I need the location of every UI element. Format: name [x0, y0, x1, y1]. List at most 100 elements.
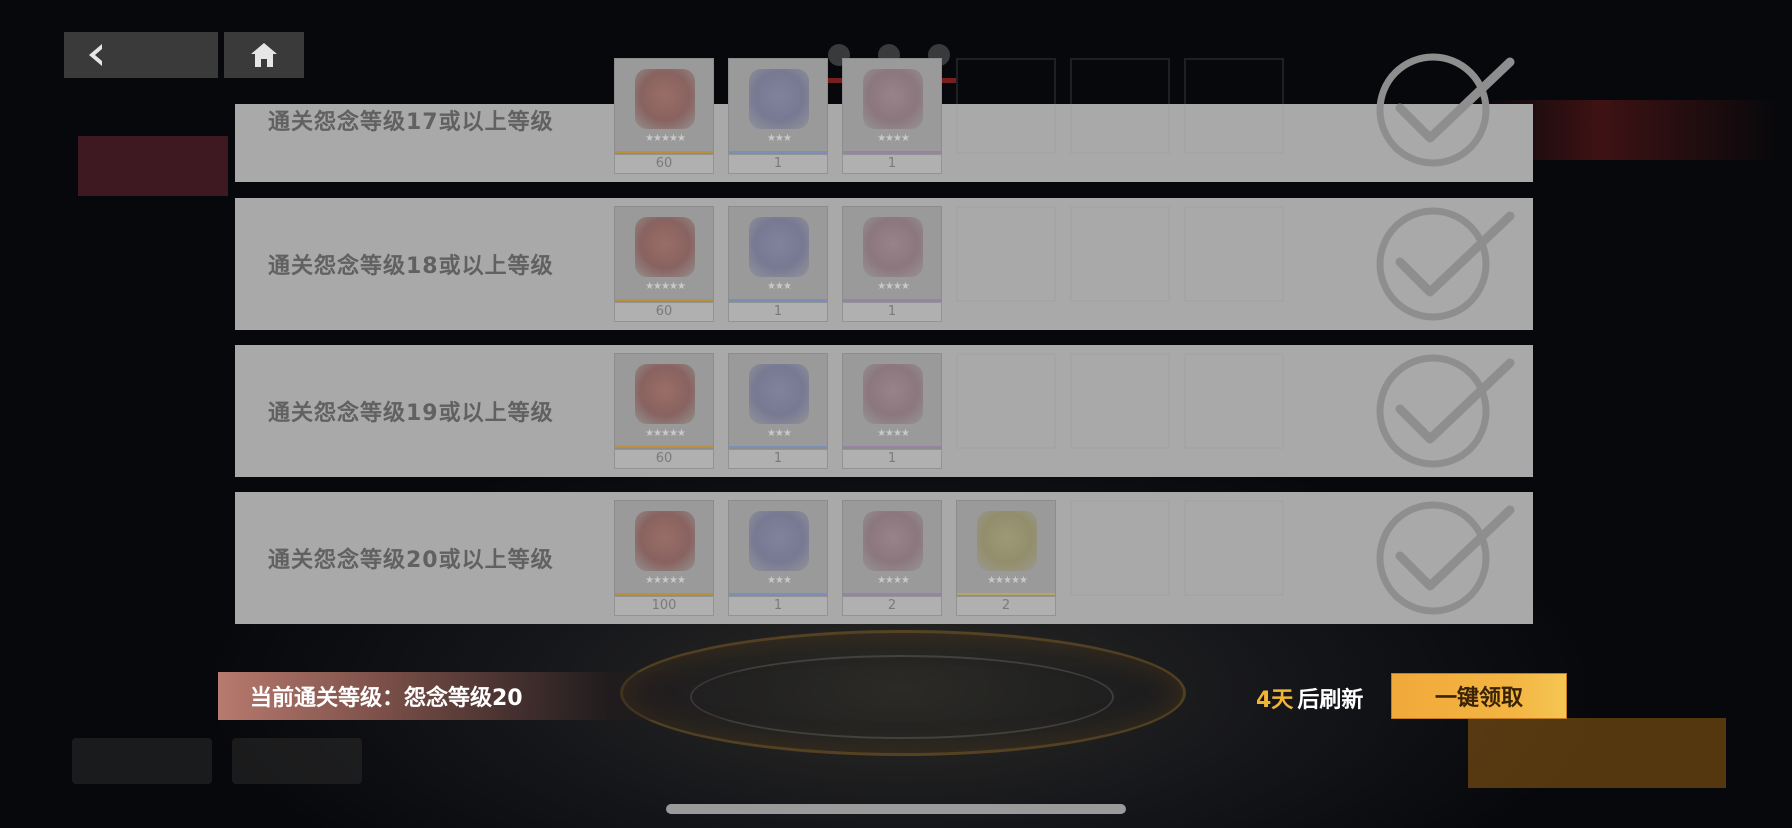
home-indicator-bar[interactable] [666, 804, 1126, 814]
reward-item-tile: ★★★★ [842, 500, 942, 596]
empty-reward-slot [956, 206, 1056, 322]
reward-item-tile: ★★★ [728, 500, 828, 596]
reward-items: ★★★★★ 60 ★★★ 1 ★★★★ 1 [614, 206, 1284, 322]
empty-reward-slot [1184, 206, 1284, 322]
back-button[interactable] [64, 32, 218, 78]
reward-item-tile: ★★★ [728, 353, 828, 449]
reward-item[interactable]: ★★★ 1 [728, 500, 828, 616]
reward-item-icon [635, 69, 695, 129]
claim-all-button[interactable]: 一键领取 [1391, 673, 1567, 719]
reward-item[interactable]: ★★★★★ 2 [956, 500, 1056, 616]
claimed-check-icon [1376, 53, 1515, 167]
empty-slot-frame [1184, 353, 1284, 449]
reward-item[interactable]: ★★★★★ 60 [614, 58, 714, 174]
empty-reward-slot [1184, 58, 1284, 174]
empty-slot-frame [1070, 58, 1170, 154]
reward-item-stars: ★★★★★ [645, 575, 686, 586]
reward-item[interactable]: ★★★★★ 60 [614, 353, 714, 469]
reward-row: 通关怨念等级17或以上等级 ★★★★★ 60 ★★★ 1 ★★★★ 1 [235, 53, 1533, 182]
empty-slot-frame [956, 353, 1056, 449]
reward-items: ★★★★★ 60 ★★★ 1 ★★★★ 1 [614, 58, 1284, 174]
home-icon [251, 43, 277, 67]
reward-item[interactable]: ★★★ 1 [728, 58, 828, 174]
empty-reward-slot [1070, 206, 1170, 322]
reward-item-quantity: 1 [842, 449, 942, 469]
reward-item-icon [635, 511, 695, 571]
reward-item-tile: ★★★★ [842, 58, 942, 154]
reward-item-stars: ★★★★ [877, 281, 910, 292]
reward-item-quantity: 1 [728, 154, 828, 174]
empty-slot-frame [1070, 206, 1170, 302]
reward-item-tile: ★★★★★ [614, 500, 714, 596]
reward-item[interactable]: ★★★★ 1 [842, 58, 942, 174]
refresh-days: 4天 [1256, 688, 1294, 713]
reward-item-icon [749, 364, 809, 424]
reward-item-quantity: 60 [614, 154, 714, 174]
empty-reward-slot [1070, 353, 1170, 469]
claimed-check-icon [1376, 207, 1515, 321]
reward-item-quantity: 1 [842, 302, 942, 322]
reward-item[interactable]: ★★★ 1 [728, 353, 828, 469]
reward-item-quantity: 1 [728, 302, 828, 322]
background-start-button [1468, 718, 1726, 788]
empty-reward-slot [956, 58, 1056, 174]
reward-item-quantity: 100 [614, 596, 714, 616]
reward-item-quantity: 60 [614, 449, 714, 469]
reward-item-stars: ★★★ [767, 281, 792, 292]
background-button-2 [232, 738, 362, 784]
claimed-check-icon [1376, 501, 1515, 615]
reward-row: 通关怨念等级18或以上等级 ★★★★★ 60 ★★★ 1 ★★★★ 1 [235, 198, 1533, 330]
reward-item-quantity: 2 [956, 596, 1056, 616]
reward-items: ★★★★★ 60 ★★★ 1 ★★★★ 1 [614, 353, 1284, 469]
reward-item[interactable]: ★★★★★ 100 [614, 500, 714, 616]
refresh-suffix: 后刷新 [1297, 688, 1364, 713]
reward-row-label: 通关怨念等级17或以上等级 [268, 110, 554, 135]
empty-reward-slot [1070, 58, 1170, 174]
reward-item-icon [863, 364, 923, 424]
reward-item-tile: ★★★ [728, 206, 828, 302]
reward-item-quantity: 60 [614, 302, 714, 322]
reward-item-stars: ★★★★★ [645, 281, 686, 292]
reward-item[interactable]: ★★★ 1 [728, 206, 828, 322]
reward-item-icon [863, 511, 923, 571]
reward-item-icon [863, 217, 923, 277]
empty-slot-frame [956, 206, 1056, 302]
reward-item-stars: ★★★ [767, 133, 792, 144]
refresh-timer: 4天 后刷新 [1256, 680, 1363, 716]
reward-item-icon [977, 511, 1037, 571]
reward-row-label: 通关怨念等级20或以上等级 [268, 548, 554, 573]
empty-slot-frame [1184, 500, 1284, 596]
empty-slot-frame [956, 58, 1056, 154]
reward-item-icon [749, 69, 809, 129]
empty-slot-frame [1184, 206, 1284, 302]
reward-items: ★★★★★ 100 ★★★ 1 ★★★★ 2 ★★★★★ 2 [614, 500, 1284, 616]
home-button[interactable] [224, 32, 304, 78]
reward-row: 通关怨念等级20或以上等级 ★★★★★ 100 ★★★ 1 ★★★★ 2 ★★★★★ 2 [235, 492, 1533, 624]
reward-item-icon [749, 217, 809, 277]
empty-slot-frame [1184, 58, 1284, 154]
reward-item-stars: ★★★★★ [645, 428, 686, 439]
chevron-left-icon [89, 44, 102, 66]
reward-item-quantity: 1 [728, 449, 828, 469]
reward-item-tile: ★★★★★ [956, 500, 1056, 596]
reward-item[interactable]: ★★★★ 2 [842, 500, 942, 616]
reward-item-stars: ★★★★ [877, 428, 910, 439]
empty-slot-frame [1070, 353, 1170, 449]
reward-item[interactable]: ★★★★ 1 [842, 206, 942, 322]
reward-item-stars: ★★★ [767, 428, 792, 439]
reward-row-label: 通关怨念等级18或以上等级 [268, 254, 554, 279]
reward-item-stars: ★★★★★ [987, 575, 1028, 586]
reward-item[interactable]: ★★★★ 1 [842, 353, 942, 469]
reward-item-stars: ★★★★ [877, 575, 910, 586]
reward-item-stars: ★★★ [767, 575, 792, 586]
reward-item-tile: ★★★★ [842, 353, 942, 449]
reward-item-stars: ★★★★★ [645, 133, 686, 144]
reward-item[interactable]: ★★★★★ 60 [614, 206, 714, 322]
reward-item-icon [635, 364, 695, 424]
claimed-check-icon [1376, 354, 1515, 468]
reward-item-stars: ★★★★ [877, 133, 910, 144]
background-event-card [78, 136, 228, 196]
reward-row: 通关怨念等级19或以上等级 ★★★★★ 60 ★★★ 1 ★★★★ 1 [235, 345, 1533, 477]
current-level-text: 当前通关等级：怨念等级20 [250, 686, 523, 711]
reward-item-tile: ★★★★★ [614, 353, 714, 449]
